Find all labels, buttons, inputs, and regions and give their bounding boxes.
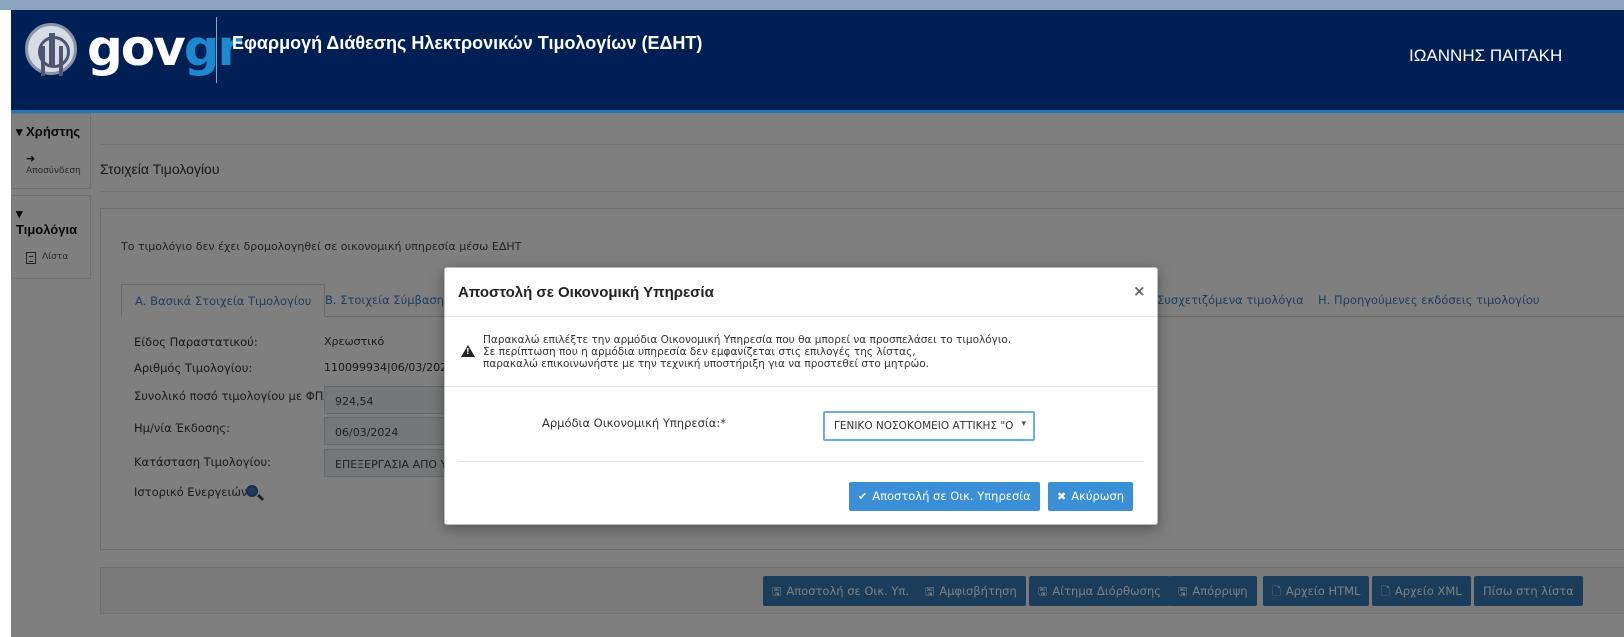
dialog-submit-button[interactable]: ✔ Αποστολή σε Οικ. Υπηρεσία (849, 482, 1040, 511)
user-name[interactable]: ΙΩΑΝΝΗΣ ΠΑΙΤΑΚΗ (1409, 46, 1562, 66)
govgr-logo[interactable]: govgr (87, 16, 242, 80)
finance-service-select[interactable]: ΓΕΝΙΚΟ ΝΟΣΟΚΟΜΕΙΟ ΑΤΤΙΚΗΣ "Ο ▾ (823, 411, 1035, 441)
finance-service-label: Αρμόδια Οικονομική Υπηρεσία:* (542, 416, 726, 430)
dialog-title: Αποστολή σε Οικονομική Υπηρεσία (458, 284, 714, 301)
warning-message: Παρακαλώ επιλέξτε την αρμόδια Οικονομική… (483, 334, 1011, 370)
close-icon: ✖ (1057, 490, 1067, 503)
warning-icon (461, 345, 475, 357)
chevron-down-icon: ▾ (1021, 419, 1026, 429)
warning-line-3: παρακαλώ επικοινωνήστε με την τεχνική υπ… (483, 358, 930, 370)
finance-service-selected: ΓΕΝΙΚΟ ΝΟΣΟΚΟΜΕΙΟ ΑΤΤΙΚΗΣ "Ο (834, 420, 1014, 432)
close-icon[interactable]: × (1133, 282, 1146, 300)
warning-line-1: Παρακαλώ επιλέξτε την αρμόδια Οικονομική… (483, 334, 1012, 346)
divider (445, 316, 1157, 317)
dialog-cancel-button[interactable]: ✖ Ακύρωση (1048, 482, 1134, 511)
check-icon: ✔ (858, 490, 868, 503)
left-margin (0, 10, 11, 637)
divider (445, 386, 1157, 387)
top-strip (0, 0, 1624, 10)
app-header: govgr Εφαρμογή Διάθεσης Ηλεκτρονικών Τιμ… (11, 10, 1624, 113)
warning-line-2: Σε περίπτωση που η αρμόδια υπηρεσία δεν … (483, 346, 916, 358)
send-to-finance-dialog: Αποστολή σε Οικονομική Υπηρεσία × Παρακα… (444, 267, 1158, 525)
logo-gov: gov (87, 19, 186, 77)
dialog-cancel-label: Ακύρωση (1071, 489, 1125, 503)
divider (458, 461, 1144, 462)
dialog-submit-label: Αποστολή σε Οικ. Υπηρεσία (872, 489, 1031, 503)
logo-divider (216, 17, 217, 83)
greek-emblem-icon (25, 23, 77, 75)
app-title: Εφαρμογή Διάθεσης Ηλεκτρονικών Τιμολογίω… (232, 33, 703, 53)
